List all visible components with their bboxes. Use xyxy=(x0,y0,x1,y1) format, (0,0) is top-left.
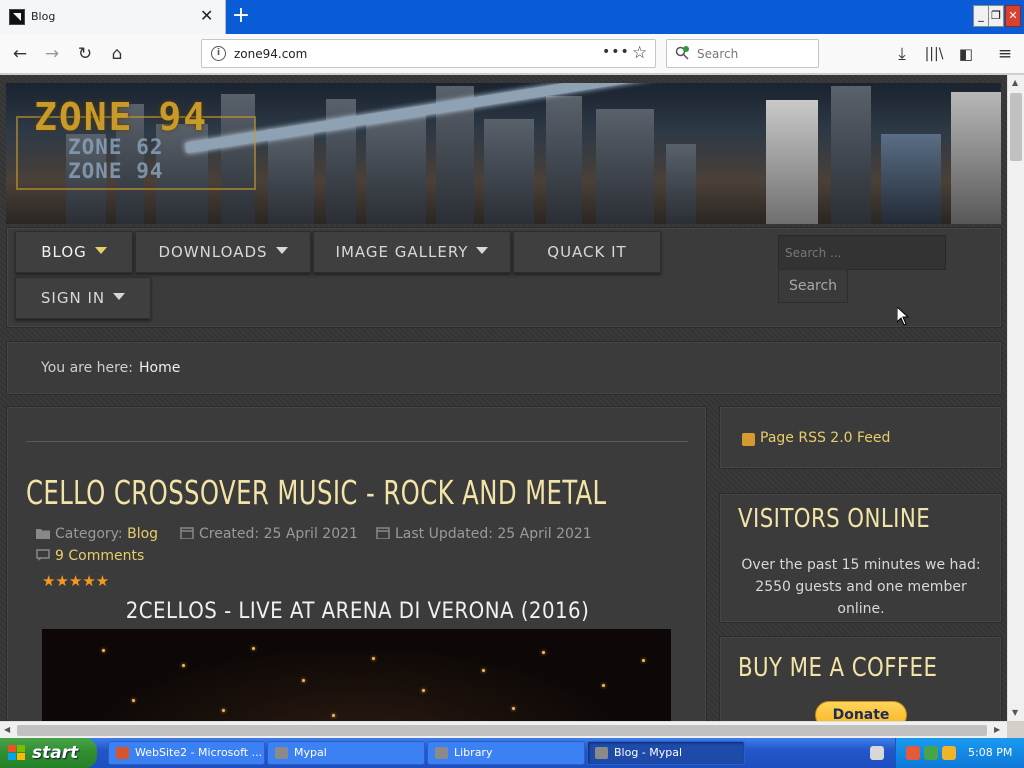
article-updated: Last Updated: 25 April 2021 xyxy=(376,526,592,542)
bookmark-star-icon[interactable]: ☆ xyxy=(632,43,647,63)
keyboard-icon[interactable] xyxy=(870,746,884,760)
site-banner: ZONE 94 ZONE 62 ZONE 94 xyxy=(6,83,1001,224)
coffee-heading: BUY ME A COFFEE xyxy=(738,653,938,683)
scroll-left-icon[interactable]: ◀ xyxy=(4,725,10,734)
windows-logo-icon xyxy=(8,745,25,760)
app-icon xyxy=(116,747,129,759)
tab-title: Blog xyxy=(31,10,56,23)
category-link[interactable]: Blog xyxy=(127,526,158,542)
tray-app-icon[interactable] xyxy=(924,746,938,760)
folder-icon xyxy=(36,529,50,539)
coffee-panel: BUY ME A COFFEE Donate xyxy=(719,636,1002,721)
app-icon xyxy=(275,747,288,759)
chevron-down-icon xyxy=(476,247,489,254)
restore-button[interactable]: ❐ xyxy=(988,5,1004,27)
article-comments: 9 Comments xyxy=(36,548,144,564)
visitors-text: Over the past 15 minutes we had: 2550 gu… xyxy=(741,557,981,617)
site-search-button[interactable]: Search xyxy=(778,269,848,303)
close-window-button[interactable]: ✕ xyxy=(1005,5,1021,27)
breadcrumb: You are here: Home xyxy=(6,341,1002,395)
search-icon[interactable] xyxy=(942,746,956,760)
rss-panel: Page RSS 2.0 Feed xyxy=(719,406,1002,469)
chevron-down-icon xyxy=(275,247,288,254)
video-title: 2CELLOS - LIVE AT ARENA DI VERONA (2016) xyxy=(125,599,590,624)
video-player[interactable] xyxy=(42,629,671,721)
start-button[interactable]: start xyxy=(0,738,97,768)
site-search-input[interactable]: Search ... xyxy=(778,235,946,270)
tab-strip: Blog ✕ + _ ❐ ✕ xyxy=(0,0,1024,34)
breadcrumb-label: You are here: xyxy=(41,360,133,376)
menu-item-blog[interactable]: BLOG xyxy=(15,231,133,273)
scroll-down-icon[interactable]: ▼ xyxy=(1012,708,1018,717)
page-viewport: ZONE 94 ZONE 62 ZONE 94 BLOG DOWNLOADS I… xyxy=(0,75,1007,721)
reload-icon[interactable]: ↻ xyxy=(73,42,97,66)
donate-button[interactable]: Donate xyxy=(815,701,907,721)
chevron-down-icon xyxy=(94,247,107,254)
chevron-down-icon xyxy=(113,293,126,300)
info-icon[interactable]: i xyxy=(211,46,226,61)
mouse-cursor-icon xyxy=(897,307,909,326)
close-tab-icon[interactable]: ✕ xyxy=(200,7,213,25)
download-icon[interactable]: ⤓ xyxy=(890,42,914,66)
home-icon[interactable]: ⌂ xyxy=(105,42,129,66)
hamburger-menu-icon[interactable]: ≡ xyxy=(993,42,1017,66)
visitors-heading: VISITORS ONLINE xyxy=(738,504,931,534)
taskbar-item-blog-mypal[interactable]: Blog - Mypal xyxy=(587,741,745,765)
taskbar-item-library[interactable]: Library xyxy=(427,741,585,765)
calendar-icon xyxy=(376,527,390,539)
rss-icon xyxy=(742,433,755,446)
vertical-scrollbar[interactable]: ▲ ▼ xyxy=(1007,75,1024,721)
minimize-button[interactable]: _ xyxy=(973,5,989,27)
back-arrow-icon[interactable]: ← xyxy=(8,42,32,66)
breadcrumb-home-link[interactable]: Home xyxy=(139,360,180,376)
calendar-icon xyxy=(180,527,194,539)
scrollbar-thumb[interactable] xyxy=(1010,93,1022,161)
logo-subtitle-1: ZONE 62 xyxy=(68,135,164,159)
page-actions-icon[interactable]: ••• xyxy=(602,44,630,60)
menu-item-downloads[interactable]: DOWNLOADS xyxy=(135,231,311,273)
url-text[interactable]: zone94.com xyxy=(234,47,307,61)
horizontal-scrollbar[interactable]: ◀ ▶ xyxy=(0,721,1007,738)
sidebar-icon[interactable]: ◧ xyxy=(954,42,978,66)
navigation-toolbar: ← → ↻ ⌂ i zone94.com ••• ☆ Search ⤓ |||\… xyxy=(0,34,1024,74)
app-icon xyxy=(435,747,448,759)
scroll-right-icon[interactable]: ▶ xyxy=(994,725,1000,734)
forward-arrow-icon[interactable]: → xyxy=(40,42,64,66)
logo-subtitle-2: ZONE 94 xyxy=(68,159,164,183)
new-tab-button[interactable]: + xyxy=(228,2,254,30)
article-panel: CELLO CROSSOVER MUSIC - ROCK AND METAL C… xyxy=(6,406,707,721)
library-icon[interactable]: |||\ xyxy=(922,42,946,66)
scrollbar-thumb[interactable] xyxy=(17,725,987,736)
search-icon xyxy=(675,46,689,60)
rating-stars[interactable]: ★★★★★ xyxy=(42,572,109,590)
comments-link[interactable]: 9 Comments xyxy=(55,548,144,564)
site-logo[interactable]: ZONE 94 xyxy=(34,95,208,139)
visitors-panel: VISITORS ONLINE Over the past 15 minutes… xyxy=(719,493,1002,623)
divider xyxy=(26,441,688,442)
taskbar-item-mypal[interactable]: Mypal xyxy=(267,741,425,765)
browser-search-input[interactable]: Search xyxy=(666,39,819,68)
menu-item-sign-in[interactable]: SIGN IN xyxy=(15,277,151,319)
browser-search-placeholder: Search xyxy=(697,47,739,61)
system-tray: 5:08 PM xyxy=(895,738,1024,768)
menu-item-quack-it[interactable]: QUACK IT xyxy=(513,231,661,273)
scroll-up-icon[interactable]: ▲ xyxy=(1012,78,1018,87)
comment-icon xyxy=(36,549,50,561)
article-category: Category: Blog xyxy=(36,526,158,542)
article-created: Created: 25 April 2021 xyxy=(180,526,358,542)
site-favicon-icon xyxy=(9,9,25,25)
app-icon xyxy=(595,747,608,759)
clock: 5:08 PM xyxy=(968,746,1013,759)
article-title[interactable]: CELLO CROSSOVER MUSIC - ROCK AND METAL xyxy=(26,473,607,512)
rss-feed-link[interactable]: Page RSS 2.0 Feed xyxy=(760,430,890,446)
menu-item-image-gallery[interactable]: IMAGE GALLERY xyxy=(313,231,511,273)
url-bar[interactable]: i zone94.com ••• ☆ xyxy=(201,39,656,68)
taskbar-item-website2[interactable]: WebSite2 - Microsoft ... xyxy=(108,741,265,765)
main-menu: BLOG DOWNLOADS IMAGE GALLERY QUACK IT SI… xyxy=(6,227,1002,328)
windows-taskbar: start WebSite2 - Microsoft ... Mypal Lib… xyxy=(0,738,1024,768)
tray-app-icon[interactable] xyxy=(906,746,920,760)
tab-blog[interactable]: Blog ✕ xyxy=(0,0,226,34)
